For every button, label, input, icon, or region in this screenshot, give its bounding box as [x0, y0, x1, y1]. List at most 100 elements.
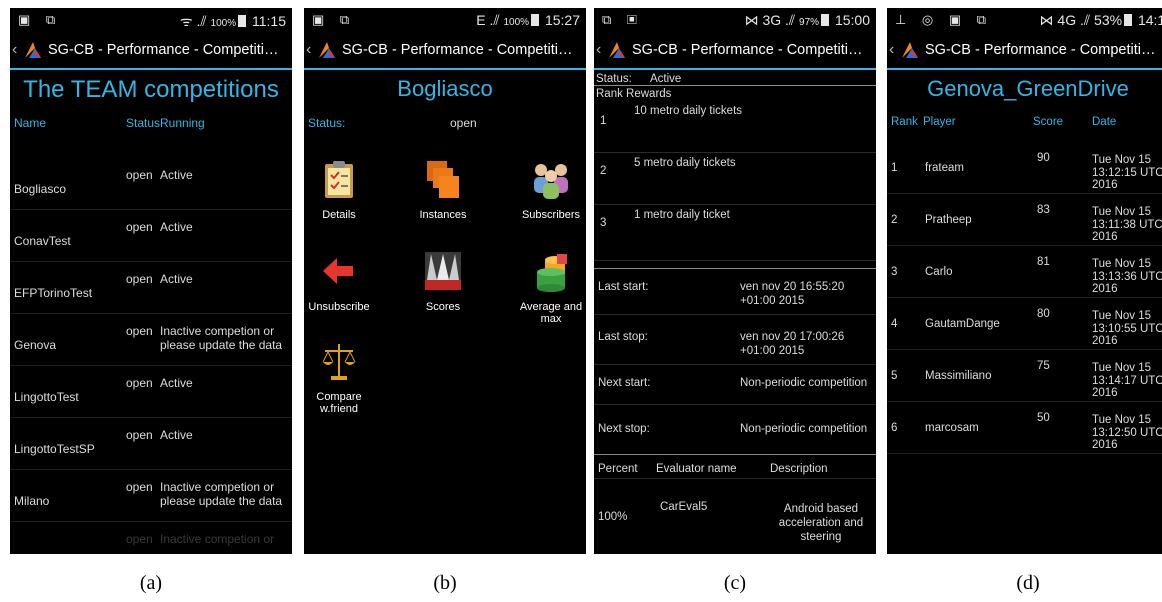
- details-button[interactable]: Details: [304, 158, 374, 221]
- competition-running: Active: [160, 272, 193, 286]
- battery-icon: [238, 15, 247, 27]
- app-title: SG-CB - Performance - Competition...: [632, 42, 870, 58]
- table-row[interactable]: 3 Carlo 81 Tue Nov 15 13:13:36 UTC 2016: [887, 246, 1162, 298]
- score-date: Tue Nov 15 13:10:55 UTC 2016: [1092, 310, 1162, 347]
- signal-icon: E .⫽: [476, 12, 500, 28]
- competition-status: open: [126, 324, 153, 338]
- signal-icon: ᯤ .⫽: [179, 13, 207, 29]
- screen-content: Genova_GreenDrive Rank Player Score Date…: [887, 72, 1162, 554]
- average-and-max-button[interactable]: Average and max: [516, 250, 586, 325]
- column-header-status: Status: [126, 116, 161, 130]
- reward-text: 10 metro daily tickets: [634, 105, 743, 117]
- table-row[interactable]: Milano open Inactive competion or please…: [10, 470, 292, 522]
- screen-content: Bogliasco Status: open Details Instances…: [304, 72, 586, 554]
- divider: [594, 268, 876, 269]
- screen-content: The TEAM competitions Name Status Runnin…: [10, 72, 292, 554]
- table-row[interactable]: LingottoTest open Active: [10, 366, 292, 418]
- status-right: ⋈ 3G .⫽ 97% 15:00: [745, 12, 870, 29]
- status-value: Active: [650, 73, 682, 85]
- player-score: 81: [1037, 256, 1050, 268]
- tile-label: Details: [322, 209, 356, 221]
- table-row[interactable]: 5 Massimiliano 75 Tue Nov 15 13:14:17 UT…: [887, 350, 1162, 402]
- table-row[interactable]: open Inactive competion or: [10, 522, 292, 554]
- status-bar: ▣ ⧉ E .⫽ 100% 15:27: [304, 8, 586, 32]
- table-row[interactable]: LingottoTestSP open Active: [10, 418, 292, 470]
- player-score: 50: [1037, 412, 1050, 424]
- divider: [594, 85, 876, 86]
- app-title: SG-CB - Performance - Competition...: [342, 42, 580, 58]
- app-logo-icon[interactable]: [317, 40, 337, 60]
- caption-b: (b): [433, 572, 457, 594]
- competition-name: Genova: [14, 338, 57, 352]
- divider: [594, 404, 876, 405]
- player-name: frateam: [925, 162, 964, 174]
- status-bar: ⊥ ◎ ▣ ⧉ ⋈ 4G .⫽ 53% 14:15: [887, 8, 1162, 32]
- table-row[interactable]: 4 GautamDange 80 Tue Nov 15 13:10:55 UTC…: [887, 298, 1162, 350]
- competition-running: Active: [160, 168, 193, 182]
- balance-scale-icon: [322, 344, 356, 380]
- compare-with-friend-button[interactable]: Compare w.friend: [304, 340, 374, 415]
- competition-status: open: [126, 376, 153, 390]
- back-chevron-icon[interactable]: ‹: [889, 41, 894, 59]
- status-bar: ⧉ ▣ ⋈ 3G .⫽ 97% 15:00: [594, 8, 876, 32]
- competition-name: ConavTest: [14, 234, 71, 248]
- competition-name: LingottoTest: [14, 390, 79, 404]
- reward-rank: 1: [600, 115, 607, 127]
- competition-running: Inactive competion or please update the …: [160, 480, 283, 508]
- reward-rank: 2: [600, 165, 607, 177]
- app-logo-icon[interactable]: [900, 40, 920, 60]
- competition-status: open: [126, 168, 153, 182]
- competition-running: Active: [160, 220, 193, 234]
- table-row[interactable]: Genova open Inactive competion or please…: [10, 314, 292, 366]
- app-logo-icon[interactable]: [607, 40, 627, 60]
- player-rank: 2: [891, 214, 898, 226]
- scores-button[interactable]: Scores: [408, 250, 478, 313]
- notification-icons: ▣ ⧉: [312, 12, 356, 27]
- player-name: marcosam: [925, 422, 979, 434]
- caption-c: (c): [723, 572, 747, 594]
- evaluator-name-header: Evaluator name: [656, 463, 737, 475]
- table-row[interactable]: 1 frateam 90 Tue Nov 15 13:12:15 UTC 201…: [887, 142, 1162, 194]
- status-bar: ▣ ⧉ ᯤ .⫽ 100% 11:15: [10, 8, 292, 32]
- player-score: 80: [1037, 308, 1050, 320]
- table-row[interactable]: Bogliasco open Active: [10, 158, 292, 210]
- instances-button[interactable]: Instances: [408, 158, 478, 221]
- competition-name: Milano: [14, 494, 50, 508]
- back-chevron-icon[interactable]: ‹: [12, 41, 17, 59]
- column-header-name: Name: [14, 116, 47, 130]
- status-value: open: [450, 116, 477, 130]
- screen-content: Status: Active Rank Rewards 1 10 metro d…: [594, 72, 876, 554]
- competition-status: open: [126, 220, 153, 234]
- back-chevron-icon[interactable]: ‹: [596, 41, 601, 59]
- table-row[interactable]: EFPTorinoTest open Active: [10, 262, 292, 314]
- tile-label: Compare w.friend: [316, 391, 362, 415]
- next-stop-value: Non-periodic competition: [740, 423, 868, 435]
- tile-label: Subscribers: [521, 209, 581, 221]
- cylinder-chart-icon: [537, 254, 567, 292]
- battery-icon: [1124, 14, 1133, 26]
- reward-text: 1 metro daily ticket: [634, 209, 730, 221]
- column-header-player: Player: [923, 116, 956, 128]
- table-row[interactable]: ConavTest open Active: [10, 210, 292, 262]
- next-start-value: Non-periodic competition: [740, 377, 868, 389]
- player-rank: 4: [891, 318, 898, 330]
- back-chevron-icon[interactable]: ‹: [306, 41, 311, 59]
- battery-percent: 53%: [1094, 12, 1123, 28]
- action-bar: ‹ SG-CB - Performance - Competitions: [10, 32, 292, 70]
- column-header-running: Running: [160, 116, 205, 130]
- signal-icon: ⋈ 4G .⫽: [1039, 12, 1091, 28]
- caption-a: (a): [139, 572, 163, 594]
- caption-d: (d): [1016, 572, 1040, 594]
- clock: 11:15: [252, 13, 286, 29]
- player-rank: 6: [891, 422, 898, 434]
- unsubscribe-button[interactable]: Unsubscribe: [304, 250, 374, 313]
- competition-name: LingottoTestSP: [14, 442, 95, 456]
- signal-icon: ⋈ 3G .⫽: [744, 12, 796, 28]
- battery-icon: [531, 14, 540, 26]
- table-row[interactable]: 6 marcosam 50 Tue Nov 15 13:12:50 UTC 20…: [887, 402, 1162, 454]
- divider: [594, 152, 876, 153]
- subscribers-button[interactable]: Subscribers: [516, 158, 586, 221]
- app-logo-icon[interactable]: [23, 40, 43, 60]
- table-row[interactable]: 2 Pratheep 83 Tue Nov 15 13:11:38 UTC 20…: [887, 194, 1162, 246]
- divider: [594, 260, 876, 261]
